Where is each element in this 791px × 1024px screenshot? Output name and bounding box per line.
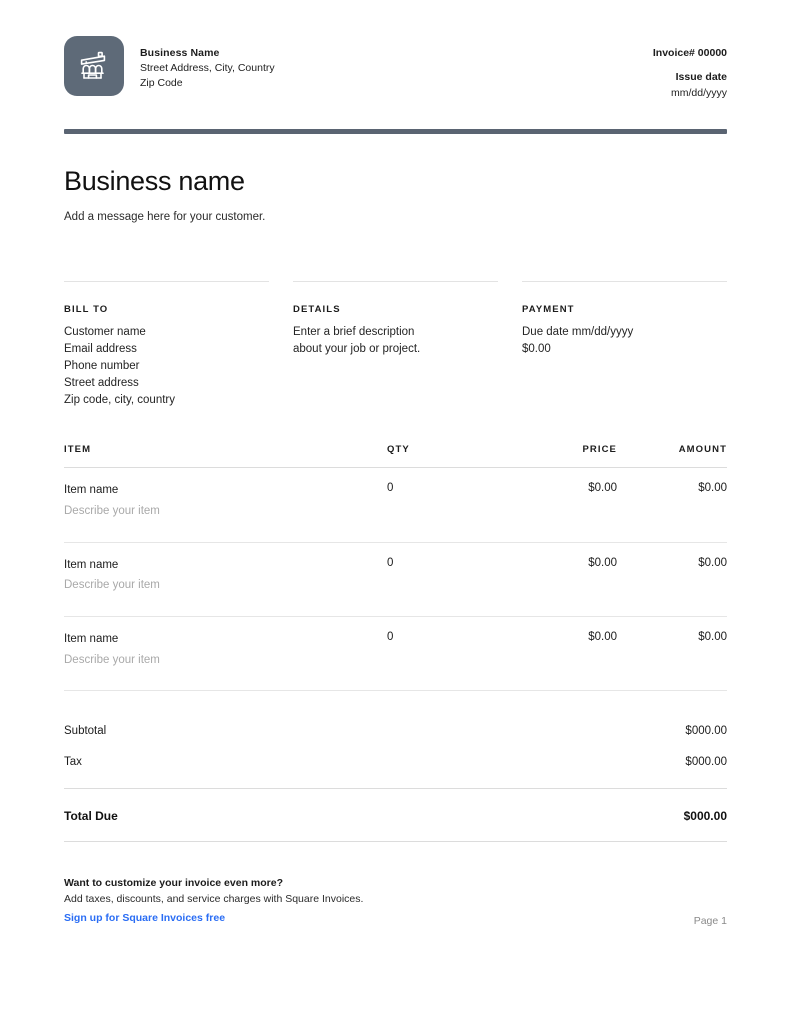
issue-date-label: Issue date [675, 70, 727, 83]
business-brand-block: Business Name Street Address, City, Coun… [64, 36, 275, 96]
business-address-block: Business Name Street Address, City, Coun… [140, 36, 275, 92]
table-row: Item name Describe your item 0 $0.00 $0.… [64, 617, 727, 692]
storefront-icon [77, 49, 111, 83]
item-amount: $0.00 [698, 631, 727, 644]
item-description: Describe your item [64, 579, 160, 592]
table-header-row: ITEM QTY PRICE AMOUNT [64, 444, 727, 469]
invoice-header: Business Name Street Address, City, Coun… [64, 0, 727, 101]
table-row: Item name Describe your item 0 $0.00 $0.… [64, 468, 727, 543]
invoice-page: Business Name Street Address, City, Coun… [0, 0, 791, 1024]
table-row: Item name Describe your item 0 $0.00 $0.… [64, 543, 727, 618]
column-divider [293, 281, 498, 283]
bill-to-line: Phone number [64, 360, 140, 373]
column-divider [522, 281, 727, 283]
tax-label: Tax [64, 756, 82, 769]
page-title: Business name [64, 166, 245, 197]
totals-section: Subtotal $000.00 Tax $000.00 Total Due $… [64, 721, 727, 843]
business-name: Business Name [140, 47, 220, 59]
subtotal-value: $000.00 [685, 725, 727, 738]
title-block: Business name Add a message here for you… [64, 166, 727, 223]
column-divider [64, 281, 269, 283]
item-cell: Item name Describe your item [64, 482, 387, 519]
bill-to-line: Email address [64, 343, 137, 356]
item-cell: Item name Describe your item [64, 557, 387, 594]
footer-promo-body: Add taxes, discounts, and service charge… [64, 893, 364, 906]
header-accent-bar [64, 129, 727, 135]
item-cell: Item name Describe your item [64, 631, 387, 668]
details-heading: DETAILS [293, 304, 341, 316]
customer-message: Add a message here for your customer. [64, 211, 266, 224]
page-number: Page 1 [693, 915, 727, 927]
column-header-item: ITEM [64, 444, 92, 456]
item-name: Item name [64, 633, 119, 646]
bill-to-line: Customer name [64, 326, 146, 339]
details-line: about your job or project. [293, 343, 421, 356]
tax-row: Tax $000.00 [64, 752, 727, 772]
column-header-qty: QTY [387, 444, 410, 456]
payment-due-date: Due date mm/dd/yyyy [522, 326, 634, 339]
line-items-table: ITEM QTY PRICE AMOUNT Item name Describe… [64, 444, 727, 692]
business-address-line-2: Zip Code [140, 77, 183, 90]
issue-date-value: mm/dd/yyyy [670, 86, 727, 99]
info-columns: BILL TO Customer name Email address Phon… [64, 281, 727, 409]
bill-to-line: Zip code, city, country [64, 394, 175, 407]
item-price: $0.00 [588, 556, 617, 569]
bill-to-heading: BILL TO [64, 304, 109, 316]
payment-amount: $0.00 [522, 343, 551, 356]
total-due-row: Total Due $000.00 [64, 789, 727, 841]
column-header-amount: AMOUNT [678, 444, 727, 456]
invoice-footer: Want to customize your invoice even more… [64, 875, 727, 927]
item-amount: $0.00 [698, 482, 727, 495]
item-qty: 0 [387, 482, 394, 495]
total-due-value: $000.00 [683, 809, 727, 824]
item-qty: 0 [387, 631, 394, 644]
footer-promo: Want to customize your invoice even more… [64, 875, 363, 927]
business-address-line-1: Street Address, City, Country [140, 62, 275, 75]
subtotal-row: Subtotal $000.00 [64, 721, 727, 741]
total-due-divider [64, 841, 727, 843]
business-logo-tile [64, 36, 124, 96]
bill-to-column: BILL TO Customer name Email address Phon… [64, 281, 269, 409]
total-due-label: Total Due [64, 809, 118, 824]
item-name: Item name [64, 484, 119, 497]
item-name: Item name [64, 558, 119, 571]
item-description: Describe your item [64, 653, 160, 666]
footer-promo-title: Want to customize your invoice even more… [64, 876, 283, 889]
column-header-price: PRICE [582, 444, 617, 456]
invoice-number: Invoice# 00000 [652, 47, 727, 59]
bill-to-line: Street address [64, 377, 139, 390]
invoice-meta-block: Invoice# 00000 Issue date mm/dd/yyyy [653, 36, 727, 101]
payment-heading: PAYMENT [522, 304, 575, 316]
item-price: $0.00 [588, 631, 617, 644]
details-column: DETAILS Enter a brief description about … [293, 281, 498, 409]
signup-link[interactable]: Sign up for Square Invoices free [64, 910, 225, 927]
item-price: $0.00 [588, 482, 617, 495]
details-line: Enter a brief description [293, 326, 415, 339]
tax-value: $000.00 [685, 756, 727, 769]
subtotal-label: Subtotal [64, 725, 107, 738]
item-amount: $0.00 [698, 556, 727, 569]
payment-column: PAYMENT Due date mm/dd/yyyy $0.00 [522, 281, 727, 409]
item-description: Describe your item [64, 505, 160, 517]
item-qty: 0 [387, 556, 394, 569]
